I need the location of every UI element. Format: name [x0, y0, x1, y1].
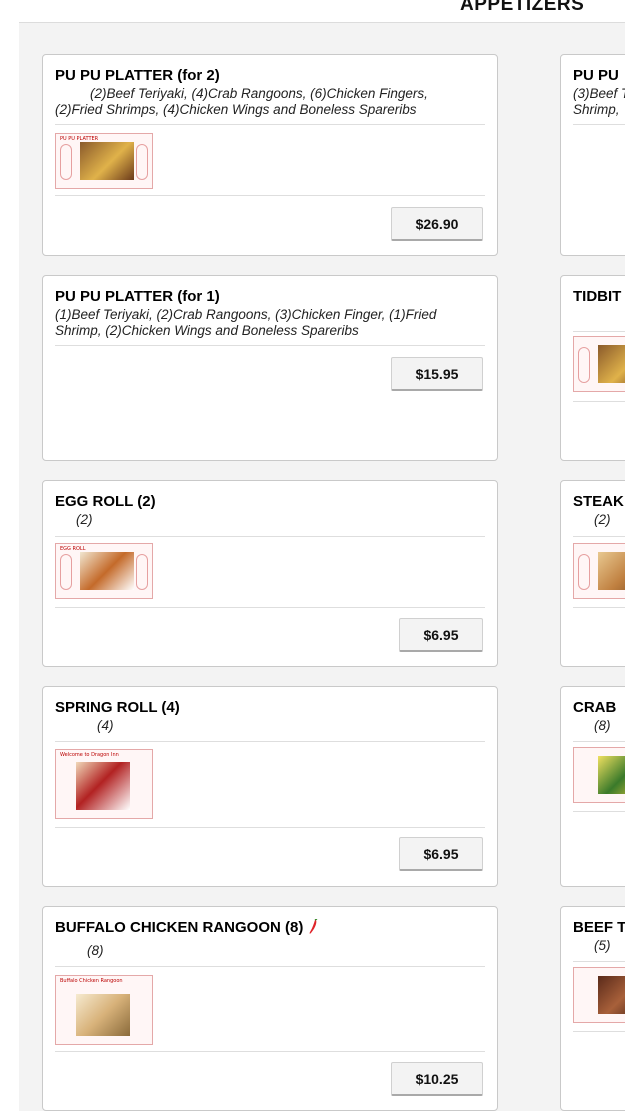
divider — [55, 345, 485, 346]
decorative-dragon-icon — [136, 554, 148, 590]
price-button[interactable]: $26.90 — [391, 207, 483, 241]
menu-item-card[interactable]: BUFFALO CHICKEN RANGOON (8) (8) Buffalo … — [42, 906, 498, 1111]
menu-item-card[interactable]: PU PU PLATTER (for 1) (1)Beef Teriyaki, … — [42, 275, 498, 461]
item-description: (1)Beef Teriyaki, (2)Crab Rangoons, (3)C… — [55, 307, 437, 338]
item-title: TIDBIT — [573, 288, 622, 305]
section-title: APPETIZERS — [460, 0, 585, 15]
divider — [573, 536, 625, 537]
item-description: (2) — [594, 512, 611, 527]
item-title: BUFFALO CHICKEN RANGOON (8) — [55, 918, 319, 936]
divider — [55, 607, 485, 608]
divider — [55, 966, 485, 967]
divider — [55, 827, 485, 828]
item-title: STEAK — [573, 493, 624, 510]
item-description: (2)Beef Teriyaki, (4)Crab Rangoons, (6)C… — [55, 86, 428, 117]
item-image[interactable]: Welcome to Dragon Inn — [55, 749, 153, 819]
price-button[interactable]: $15.95 — [391, 357, 483, 391]
menu-item-card[interactable]: PU PU (3)Beef T Shrimp, — [560, 54, 625, 256]
decorative-dragon-icon — [60, 554, 72, 590]
decorative-dragon-icon — [578, 347, 590, 383]
item-description: (4) — [97, 718, 114, 733]
menu-item-card[interactable]: CRAB (8) — [560, 686, 625, 887]
price-button[interactable]: $6.95 — [399, 618, 483, 652]
item-image[interactable]: PU PU PLATTER — [55, 133, 153, 189]
divider — [573, 811, 625, 812]
item-description: (8) — [594, 718, 611, 733]
item-title: PU PU PLATTER (for 1) — [55, 288, 220, 305]
price-button[interactable]: $10.25 — [391, 1062, 483, 1096]
item-title-text: BUFFALO CHICKEN RANGOON (8) — [55, 919, 304, 936]
divider — [573, 607, 625, 608]
item-image[interactable] — [573, 543, 625, 599]
food-photo — [598, 552, 625, 590]
image-label: Welcome to Dragon Inn — [60, 752, 119, 758]
decorative-dragon-icon — [136, 144, 148, 180]
food-photo — [80, 552, 134, 590]
food-photo — [76, 762, 130, 810]
decorative-dragon-icon — [60, 144, 72, 180]
divider — [55, 536, 485, 537]
food-photo — [598, 756, 625, 794]
item-title: BEEF T — [573, 919, 625, 936]
food-photo — [76, 994, 130, 1036]
menu-item-card[interactable]: STEAK (2) — [560, 480, 625, 667]
item-description: (5) — [594, 938, 611, 953]
divider — [573, 741, 625, 742]
menu-item-card[interactable]: TIDBIT — [560, 275, 625, 461]
item-image[interactable]: EGG ROLL — [55, 543, 153, 599]
item-description: (8) — [87, 943, 104, 958]
menu-item-card[interactable]: EGG ROLL (2) (2) EGG ROLL $6.95 — [42, 480, 498, 667]
item-title: PU PU PLATTER (for 2) — [55, 67, 220, 84]
food-photo — [598, 976, 625, 1014]
food-photo — [598, 345, 625, 383]
item-title: EGG ROLL (2) — [55, 493, 156, 510]
item-image[interactable] — [573, 336, 625, 392]
item-image[interactable]: Buffalo Chicken Rangoon — [55, 975, 153, 1045]
item-description: (3)Beef T Shrimp, — [573, 86, 625, 117]
chili-pepper-icon — [307, 918, 319, 935]
item-image[interactable] — [573, 967, 625, 1023]
menu-page: APPETIZERS PU PU PLATTER (for 2) (2)Beef… — [0, 0, 625, 1111]
item-image[interactable] — [573, 747, 625, 803]
divider — [573, 961, 625, 962]
divider — [55, 124, 485, 125]
divider — [55, 1051, 485, 1052]
menu-item-card[interactable]: PU PU PLATTER (for 2) (2)Beef Teriyaki, … — [42, 54, 498, 256]
divider — [55, 741, 485, 742]
divider — [573, 124, 625, 125]
item-title: PU PU — [573, 67, 619, 84]
decorative-dragon-icon — [578, 554, 590, 590]
divider — [573, 331, 625, 332]
menu-item-card[interactable]: SPRING ROLL (4) (4) Welcome to Dragon In… — [42, 686, 498, 887]
menu-item-card[interactable]: BEEF T (5) — [560, 906, 625, 1111]
price-button[interactable]: $6.95 — [399, 837, 483, 871]
divider — [573, 1031, 625, 1032]
divider — [573, 401, 625, 402]
image-label: Buffalo Chicken Rangoon — [60, 978, 123, 984]
divider — [55, 195, 485, 196]
section-header: APPETIZERS — [19, 0, 625, 23]
item-title: CRAB — [573, 699, 617, 716]
item-description: (2) — [76, 512, 93, 527]
food-photo — [80, 142, 134, 180]
item-title: SPRING ROLL (4) — [55, 699, 180, 716]
